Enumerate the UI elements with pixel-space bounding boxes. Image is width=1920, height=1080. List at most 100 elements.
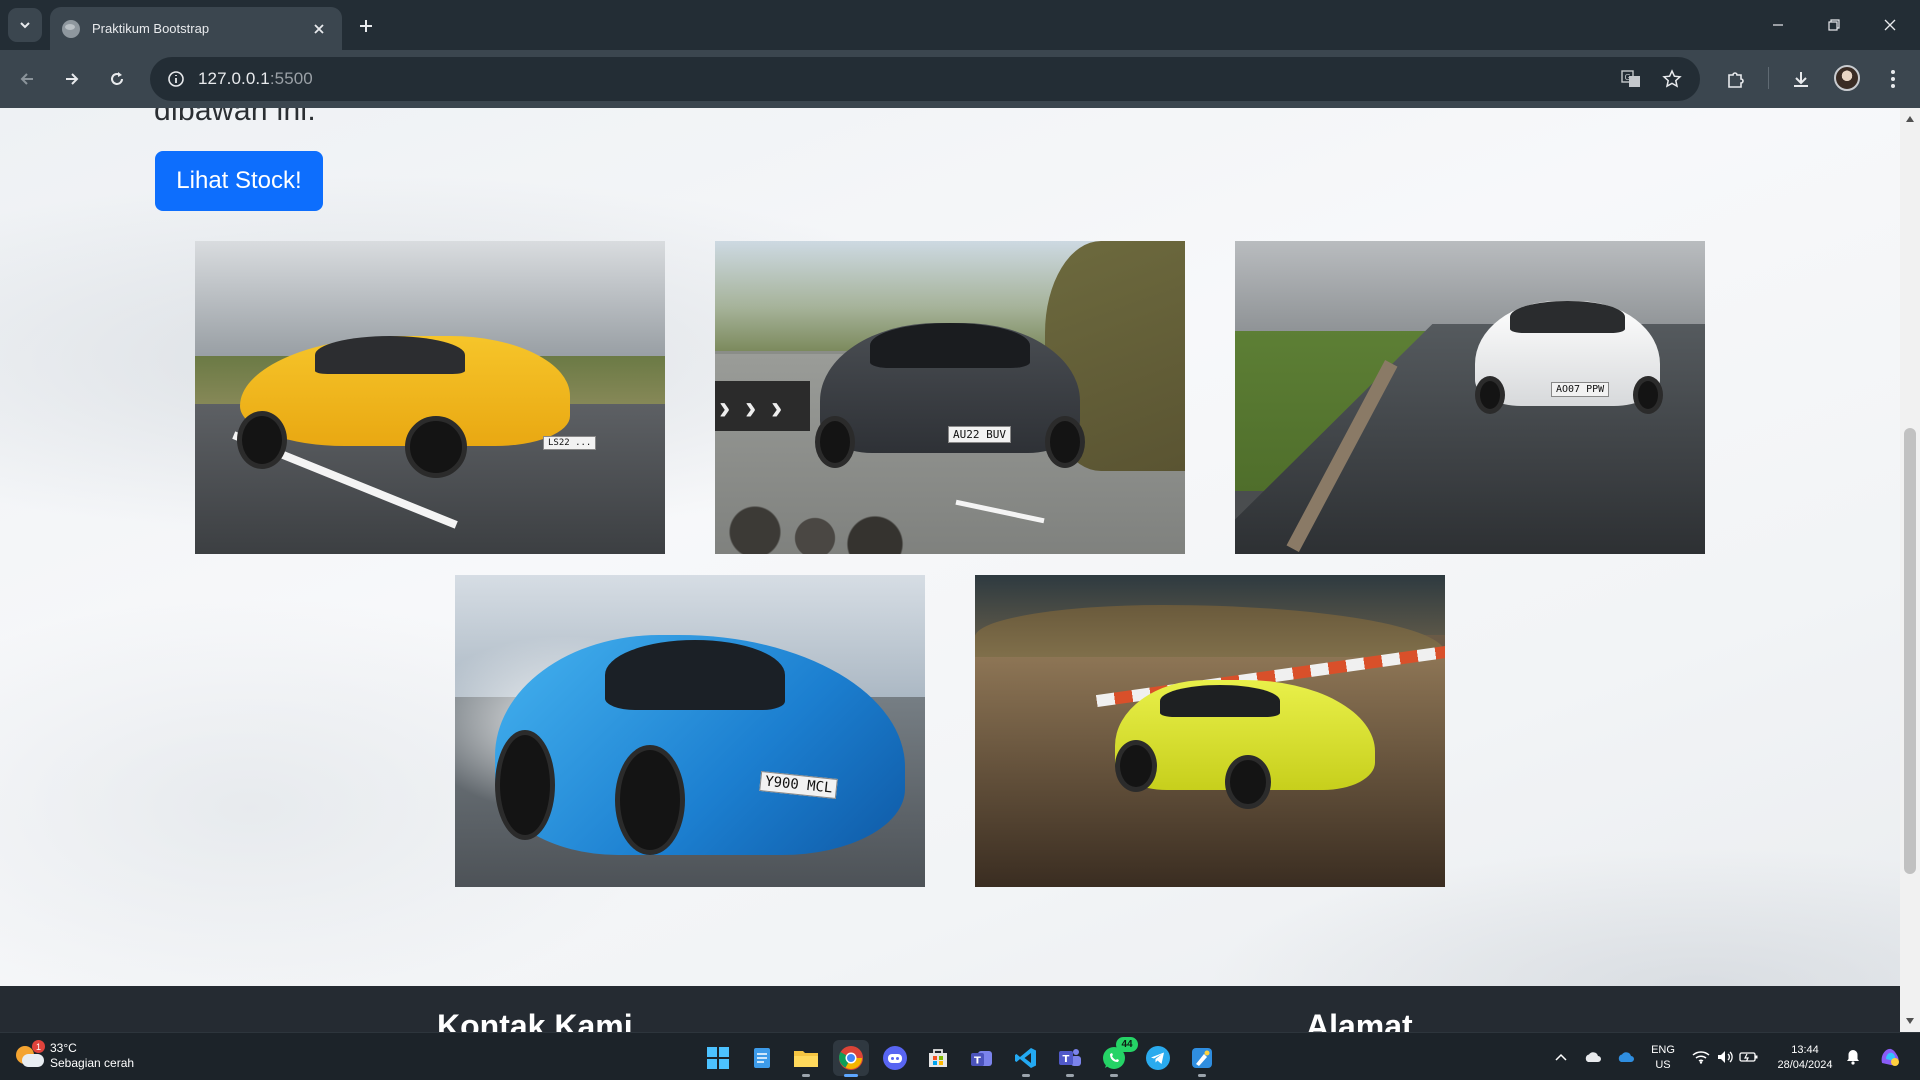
close-window-button[interactable] [1862,0,1918,50]
svg-text:T: T [1063,1054,1070,1065]
download-icon [1794,72,1808,87]
whatsapp-badge: 44 [1116,1037,1138,1052]
car-plate: LS22 ... [543,436,597,450]
scroll-down-arrow[interactable] [1904,1014,1916,1028]
taskbar-whatsapp[interactable]: 44 [1096,1037,1138,1077]
triangle-up-icon [1906,116,1914,122]
chevron-up-icon [1555,1053,1567,1061]
notepad-icon [754,1048,770,1068]
translate-icon: G [1621,70,1640,87]
lang-line1: ENG [1651,1044,1675,1056]
intro-text: dibawah ini. [154,108,317,127]
see-stock-button[interactable]: Lihat Stock! [155,151,323,211]
url-port: :5500 [269,69,313,88]
lang-line2: US [1655,1059,1671,1071]
copilot-button[interactable] [1876,1043,1904,1071]
minimize-icon [1773,24,1783,26]
taskbar-file-explorer[interactable] [788,1040,824,1077]
tray-onedrive-business[interactable] [1616,1047,1636,1067]
wifi-icon [1692,1051,1710,1064]
store-icon [929,1049,947,1067]
tray-overflow-button[interactable] [1551,1047,1571,1067]
bell-icon [1847,1050,1859,1065]
svg-text:G: G [1625,73,1631,82]
plus-icon [360,20,372,32]
footer-heading-contact: Kontak Kami [437,1008,633,1032]
tab-close-button[interactable] [308,18,330,40]
volume-icon [1718,1051,1733,1063]
car-plate: AU22 BUV [948,426,1011,443]
paint-icon [1192,1048,1212,1068]
taskbar-telegram[interactable] [1140,1040,1176,1076]
taskbar-notepad[interactable] [744,1040,780,1076]
car-image-dark-grey: › › › AU22 BUV [715,241,1185,554]
extensions-button[interactable] [1719,62,1753,96]
start-button[interactable] [700,1040,736,1076]
page-scrollbar[interactable] [1900,108,1920,1032]
car-image-lime [975,575,1445,887]
minimize-button[interactable] [1750,0,1806,50]
tab-title: Praktikum Bootstrap [92,21,210,36]
tray-onedrive-personal[interactable] [1583,1047,1603,1067]
downloads-button[interactable] [1784,62,1818,96]
tab-search-button[interactable] [8,8,42,42]
car-plate: AO07 PPW [1551,382,1610,397]
page-viewport: dibawah ini. Lihat Stock! LS22 ... › › › A… [0,108,1920,1032]
taskbar-teams-work[interactable]: T [1052,1040,1088,1077]
scroll-up-arrow[interactable] [1904,112,1916,126]
windows-taskbar: 1 33°C Sebagian cerah T T 44 ENG US 13:4… [0,1032,1920,1080]
bookmark-button[interactable] [1658,65,1686,93]
chrome-icon [839,1046,863,1070]
language-indicator[interactable]: ENG US [1648,1043,1678,1073]
new-tab-button[interactable] [352,12,380,40]
taskbar-vscode[interactable] [1008,1040,1044,1077]
close-icon [1884,19,1896,31]
taskbar-chrome[interactable] [833,1040,869,1077]
page-footer: Kontak Kami Alamat [0,986,1900,1032]
url-text: 127.0.0.1:5500 [198,69,313,89]
more-vert-icon [1891,70,1895,88]
forward-button[interactable] [55,62,89,96]
browser-toolbar: 127.0.0.1:5500 G [0,50,1920,108]
globe-icon [62,19,80,38]
taskbar-store[interactable] [920,1040,956,1076]
browser-tab-active[interactable]: Praktikum Bootstrap [50,7,342,50]
windows-logo-icon [707,1047,729,1069]
arrow-right-icon [66,73,79,85]
address-bar[interactable]: 127.0.0.1:5500 G [150,57,1700,101]
profile-avatar[interactable] [1834,65,1860,91]
site-info-button[interactable] [162,65,190,93]
back-button[interactable] [10,62,44,96]
taskbar-discord[interactable] [877,1040,913,1076]
tray-battery[interactable] [1739,1047,1759,1067]
telegram-icon [1146,1046,1170,1070]
tray-wifi[interactable] [1691,1047,1711,1067]
translate-button[interactable]: G [1617,65,1645,93]
discord-icon [883,1046,907,1070]
clock-date: 28/04/2024 [1777,1059,1833,1071]
chevron-down-icon [20,22,30,29]
reload-button[interactable] [100,62,134,96]
taskbar-teams[interactable]: T [964,1040,1000,1076]
car-image-white: AO07 PPW [1235,241,1705,554]
info-icon [168,71,184,87]
star-icon [1662,69,1682,88]
weather-desc: Sebagian cerah [50,1056,135,1070]
weather-temp: 33°C [50,1041,77,1055]
notification-button[interactable] [1843,1047,1863,1067]
car-image-yellow: LS22 ... [195,241,665,554]
close-icon [314,23,324,34]
menu-button[interactable] [1876,62,1910,96]
battery-icon [1739,1052,1758,1062]
weather-widget[interactable]: 1 33°C Sebagian cerah [16,1040,135,1071]
clock-time: 13:44 [1791,1044,1819,1056]
folder-icon [794,1051,818,1067]
restore-button[interactable] [1806,0,1862,50]
restore-icon [1828,19,1840,31]
cloud-blue-icon [1618,1052,1634,1062]
scrollbar-thumb[interactable] [1904,428,1916,874]
tray-volume[interactable] [1715,1047,1735,1067]
clock[interactable]: 13:44 28/04/2024 [1770,1043,1840,1073]
taskbar-paint[interactable] [1184,1040,1220,1077]
footer-heading-address: Alamat [1306,1008,1413,1032]
